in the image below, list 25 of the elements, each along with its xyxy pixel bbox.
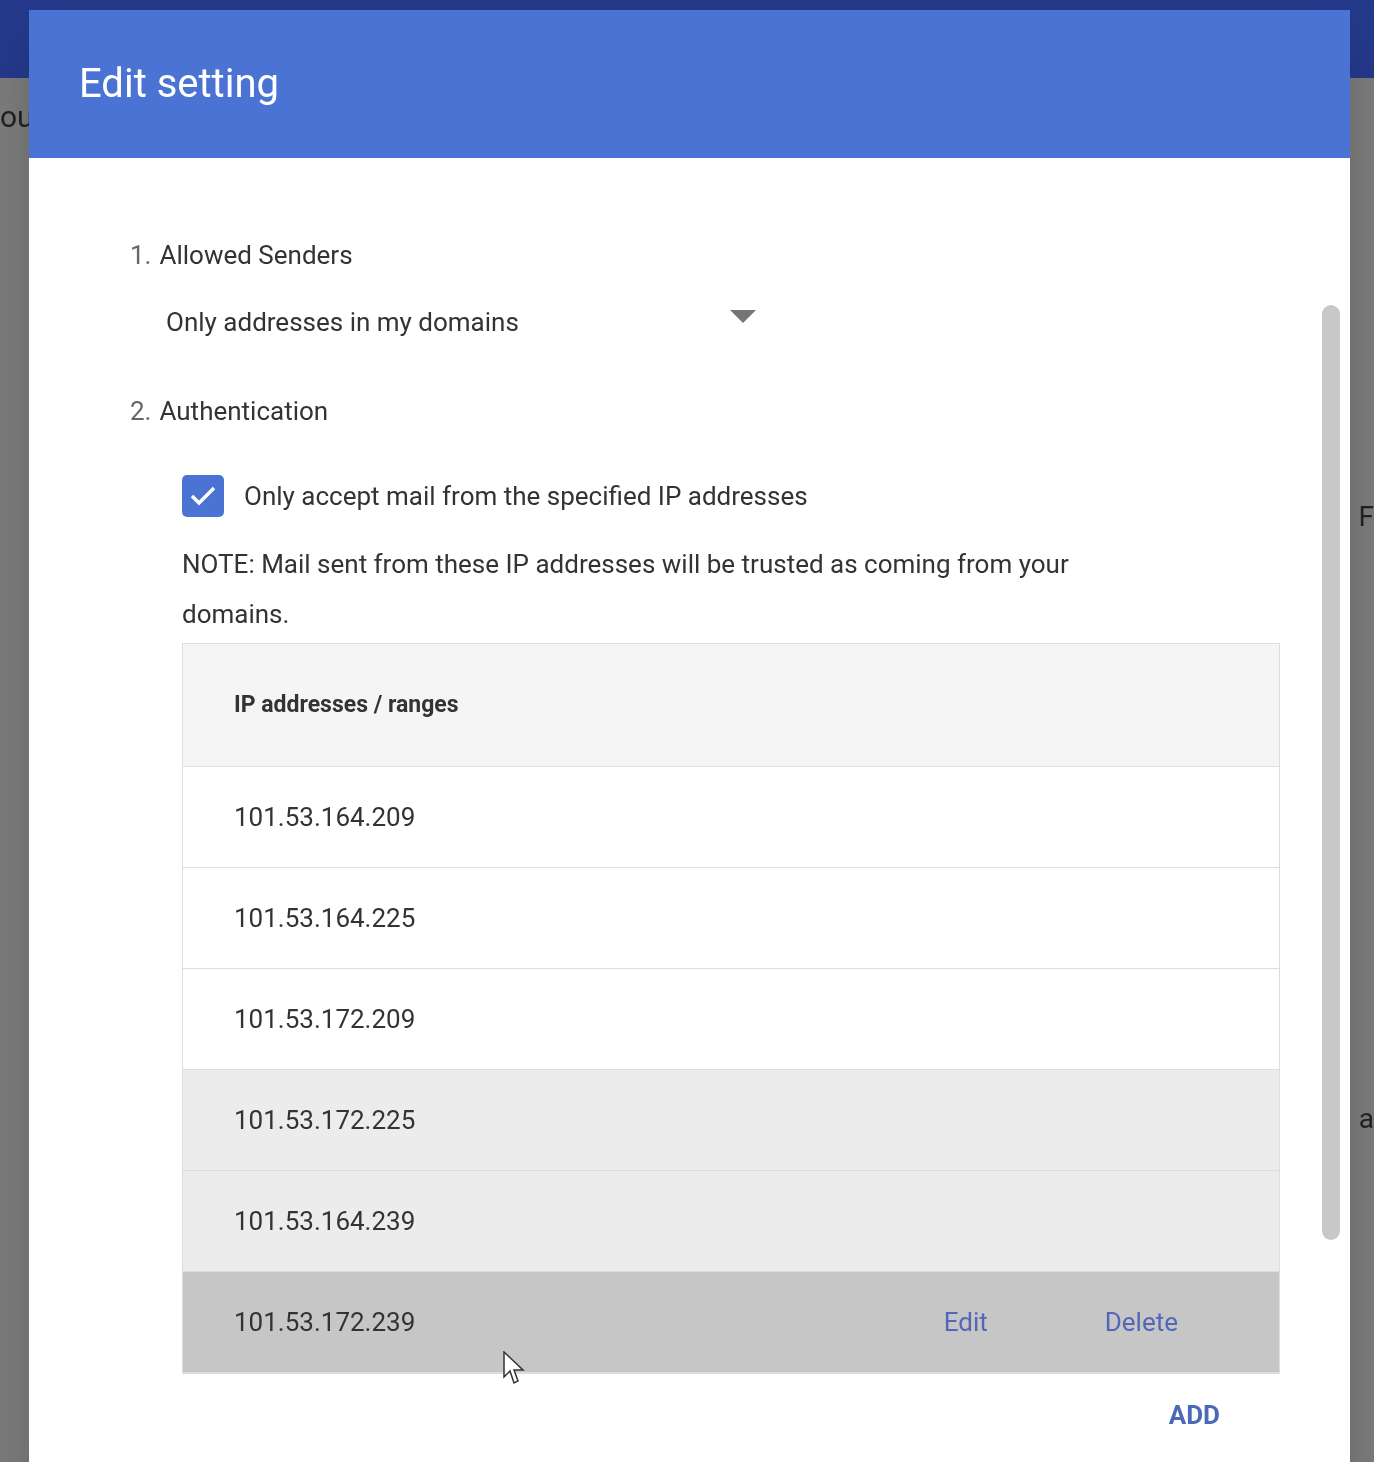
ip-address-cell-text: 101.53.164.209: [234, 800, 417, 834]
background-text: F: [1358, 499, 1374, 535]
column-header: IP addresses / ranges: [234, 689, 459, 720]
dialog-title: Edit setting: [79, 59, 279, 109]
checkbox[interactable]: [182, 475, 224, 517]
ip-address-cell-text: 101.53.164.239: [234, 1204, 417, 1238]
ip-address-cell-text: 101.53.172.239: [234, 1305, 417, 1339]
add-button[interactable]: ADD: [1168, 1396, 1220, 1435]
section-number: 2.: [130, 395, 152, 428]
senders-dropdown[interactable]: Only addresses in my domains: [166, 303, 756, 342]
section-label: Authentication: [159, 395, 329, 428]
ip-address-cell-text: 101.53.172.209: [234, 1002, 417, 1036]
note-text: NOTE: Mail sent from these IP addresses will be trusted as coming from your domains.: [182, 548, 1070, 631]
mouse-cursor-icon: [503, 1351, 525, 1385]
table-row[interactable]: 101.53.164.239: [183, 1171, 1279, 1272]
ip-address-cell-text: 101.53.164.225: [234, 901, 417, 935]
dropdown-caret-icon: [730, 309, 756, 324]
checkmark-icon: [190, 486, 216, 506]
background-text: a: [1358, 1101, 1374, 1137]
table-row[interactable]: 101.53.172.225: [183, 1070, 1279, 1171]
section-label: Allowed Senders: [159, 239, 353, 272]
section-number: 1.: [130, 239, 152, 272]
ip-address-cell-text: 101.53.172.225: [234, 1103, 417, 1137]
checkbox-label: Only accept mail from the specified IP addresses: [244, 479, 808, 513]
scrollbar-thumb[interactable]: [1322, 305, 1340, 1240]
